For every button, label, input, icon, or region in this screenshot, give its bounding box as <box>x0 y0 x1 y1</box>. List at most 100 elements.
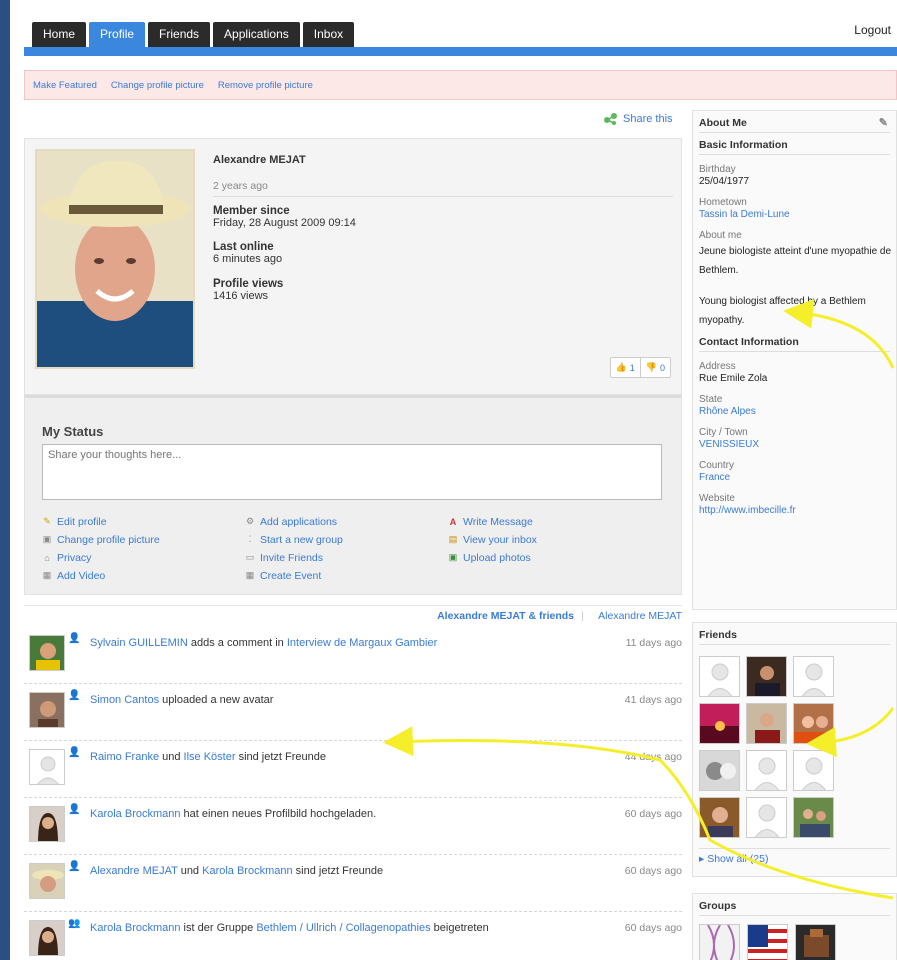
edit-pencil-icon[interactable]: ✎ <box>879 111 888 135</box>
last-online-field: Last online 6 minutes ago <box>213 241 282 265</box>
state-link[interactable]: Rhône Alpes <box>699 406 896 418</box>
top-navigation: Home Profile Friends Applications Inbox … <box>10 0 897 60</box>
like-dislike-widget: 👍 1 👎 0 <box>609 357 671 378</box>
filter-friends-link[interactable]: Alexandre MEJAT & friends <box>437 610 574 622</box>
feed-text: Raimo Franke und Ilse Köster sind jetzt … <box>90 751 326 763</box>
view-inbox-link[interactable]: ▤ View your inbox <box>448 532 651 547</box>
avatar[interactable] <box>29 806 65 842</box>
tab-home[interactable]: Home <box>32 22 87 47</box>
link-label: Change profile picture <box>57 533 160 546</box>
share-icon <box>604 113 617 125</box>
link-label: Add applications <box>260 515 338 528</box>
tab-applications[interactable]: Applications <box>213 22 300 47</box>
friend-avatar[interactable] <box>746 656 787 697</box>
dislike-button[interactable]: 👎 0 <box>639 358 670 377</box>
hometown-link[interactable]: Tassin la Demi-Lune <box>699 209 896 221</box>
feed-actor-link[interactable]: Karola Brockmann <box>90 808 181 820</box>
create-event-link[interactable]: ▦ Create Event <box>245 568 448 583</box>
address-label: Address <box>699 361 736 372</box>
upload-photos-link[interactable]: ▣ Upload photos <box>448 550 651 565</box>
feed-actor-link[interactable]: Simon Cantos <box>90 694 159 706</box>
member-since-value: Friday, 28 August 2009 09:14 <box>213 217 356 229</box>
country-link[interactable]: France <box>699 472 896 484</box>
friend-avatar[interactable] <box>793 703 834 744</box>
avatar[interactable] <box>29 692 65 728</box>
feed-verb: uploaded a new avatar <box>159 694 274 706</box>
feed-object-link[interactable]: Karola Brockmann <box>202 865 293 877</box>
edit-profile-link[interactable]: ✎ Edit profile <box>42 514 245 529</box>
profile-name: Alexandre MEJAT <box>213 154 306 166</box>
link-label: Add Video <box>57 569 106 582</box>
like-button[interactable]: 👍 1 <box>611 358 640 377</box>
friend-avatar[interactable] <box>793 797 834 838</box>
friend-avatar[interactable] <box>746 797 787 838</box>
show-all-friends-link[interactable]: ▸ Show all (25) <box>699 848 890 865</box>
profile-photo[interactable] <box>35 149 195 369</box>
start-new-group-link[interactable]: ⁚ Start a new group <box>245 532 448 547</box>
about-me-english: Young biologist affected by a Bethlem my… <box>699 296 866 326</box>
feed-time: 41 days ago <box>624 694 682 706</box>
group-thumbnail[interactable] <box>699 924 740 960</box>
address-field: Address Rue Emile Zola <box>699 361 896 385</box>
feed-verb: und <box>177 865 203 877</box>
status-input[interactable] <box>42 444 662 500</box>
invite-friends-link[interactable]: ▭ Invite Friends <box>245 550 448 565</box>
friend-avatar[interactable] <box>699 797 740 838</box>
feed-actor-link[interactable]: Karola Brockmann <box>90 922 181 934</box>
friend-avatar[interactable] <box>793 750 834 791</box>
add-applications-link[interactable]: ⚙ Add applications <box>245 514 448 529</box>
person-icon: 👤 <box>68 861 81 872</box>
profile-views-field: Profile views 1416 views <box>213 278 283 302</box>
remove-profile-picture-link[interactable]: Remove profile picture <box>218 80 313 91</box>
friend-avatar[interactable] <box>746 703 787 744</box>
friend-avatar[interactable] <box>699 750 740 791</box>
invite-icon: ▭ <box>245 552 255 562</box>
person-icon: 👤 <box>68 747 81 758</box>
group-thumbnail[interactable] <box>795 924 836 960</box>
feed-object-link[interactable]: Bethlem / Ullrich / Collagenopathies <box>256 922 430 934</box>
pencil-icon: ✎ <box>43 516 51 526</box>
feed-actor-link[interactable]: Raimo Franke <box>90 751 159 763</box>
my-status-panel: My Status ✎ Edit profile ⚙ Add application… <box>24 395 682 595</box>
website-link[interactable]: http://www.imbecille.fr <box>699 505 896 517</box>
share-this-link[interactable]: Share this <box>603 113 673 125</box>
avatar[interactable] <box>29 749 65 785</box>
tab-friends[interactable]: Friends <box>148 22 211 47</box>
profile-views-label: Profile views <box>213 278 284 290</box>
add-video-link[interactable]: ▦ Add Video <box>42 568 245 583</box>
avatar[interactable] <box>29 920 65 956</box>
filter-self-link[interactable]: Alexandre MEJAT <box>598 610 682 622</box>
change-profile-picture-link[interactable]: Change profile picture <box>111 80 204 91</box>
tab-inbox[interactable]: Inbox <box>302 22 355 47</box>
avatar[interactable] <box>29 863 65 899</box>
feed-item: 👤 Simon Cantos uploaded a new avatar 41 … <box>24 684 682 741</box>
friends-panel: Friends ▸ Show all (25) <box>692 622 897 877</box>
feed-object-link[interactable]: Ilse Köster <box>184 751 236 763</box>
friend-avatar[interactable] <box>699 656 740 697</box>
change-profile-picture-quicklink[interactable]: ▣ Change profile picture <box>42 532 245 547</box>
privacy-link[interactable]: ⌂ Privacy <box>42 550 245 565</box>
friend-avatar[interactable] <box>793 656 834 697</box>
write-message-link[interactable]: A Write Message <box>448 514 651 529</box>
state-field: State Rhône Alpes <box>699 394 896 418</box>
logout-link[interactable]: Logout <box>854 23 891 37</box>
feed-actor-link[interactable]: Sylvain GUILLEMIN <box>90 637 188 649</box>
group-join-icon: 👥 <box>68 918 81 929</box>
country-field: Country France <box>699 460 896 484</box>
feed-verb: adds a comment in <box>187 637 287 649</box>
thumbs-up-icon: 👍 <box>615 362 627 372</box>
friend-avatar[interactable] <box>746 750 787 791</box>
city-link[interactable]: VENISSIEUX <box>699 439 896 451</box>
friend-avatar[interactable] <box>699 703 740 744</box>
city-label: City / Town <box>699 427 748 438</box>
about-me-field: About me Jeune biologiste atteint d'une … <box>699 230 896 330</box>
profile-views-value: 1416 views <box>213 290 269 302</box>
feed-object-link[interactable]: Interview de Margaux Gambier <box>287 637 437 649</box>
tab-profile[interactable]: Profile <box>89 22 146 47</box>
make-featured-link[interactable]: Make Featured <box>33 80 97 91</box>
feed-actor-link[interactable]: Alexandre MEJAT <box>90 865 178 877</box>
groups-grid <box>699 924 896 960</box>
group-thumbnail[interactable] <box>747 924 788 960</box>
avatar[interactable] <box>29 635 65 671</box>
country-label: Country <box>699 460 735 471</box>
